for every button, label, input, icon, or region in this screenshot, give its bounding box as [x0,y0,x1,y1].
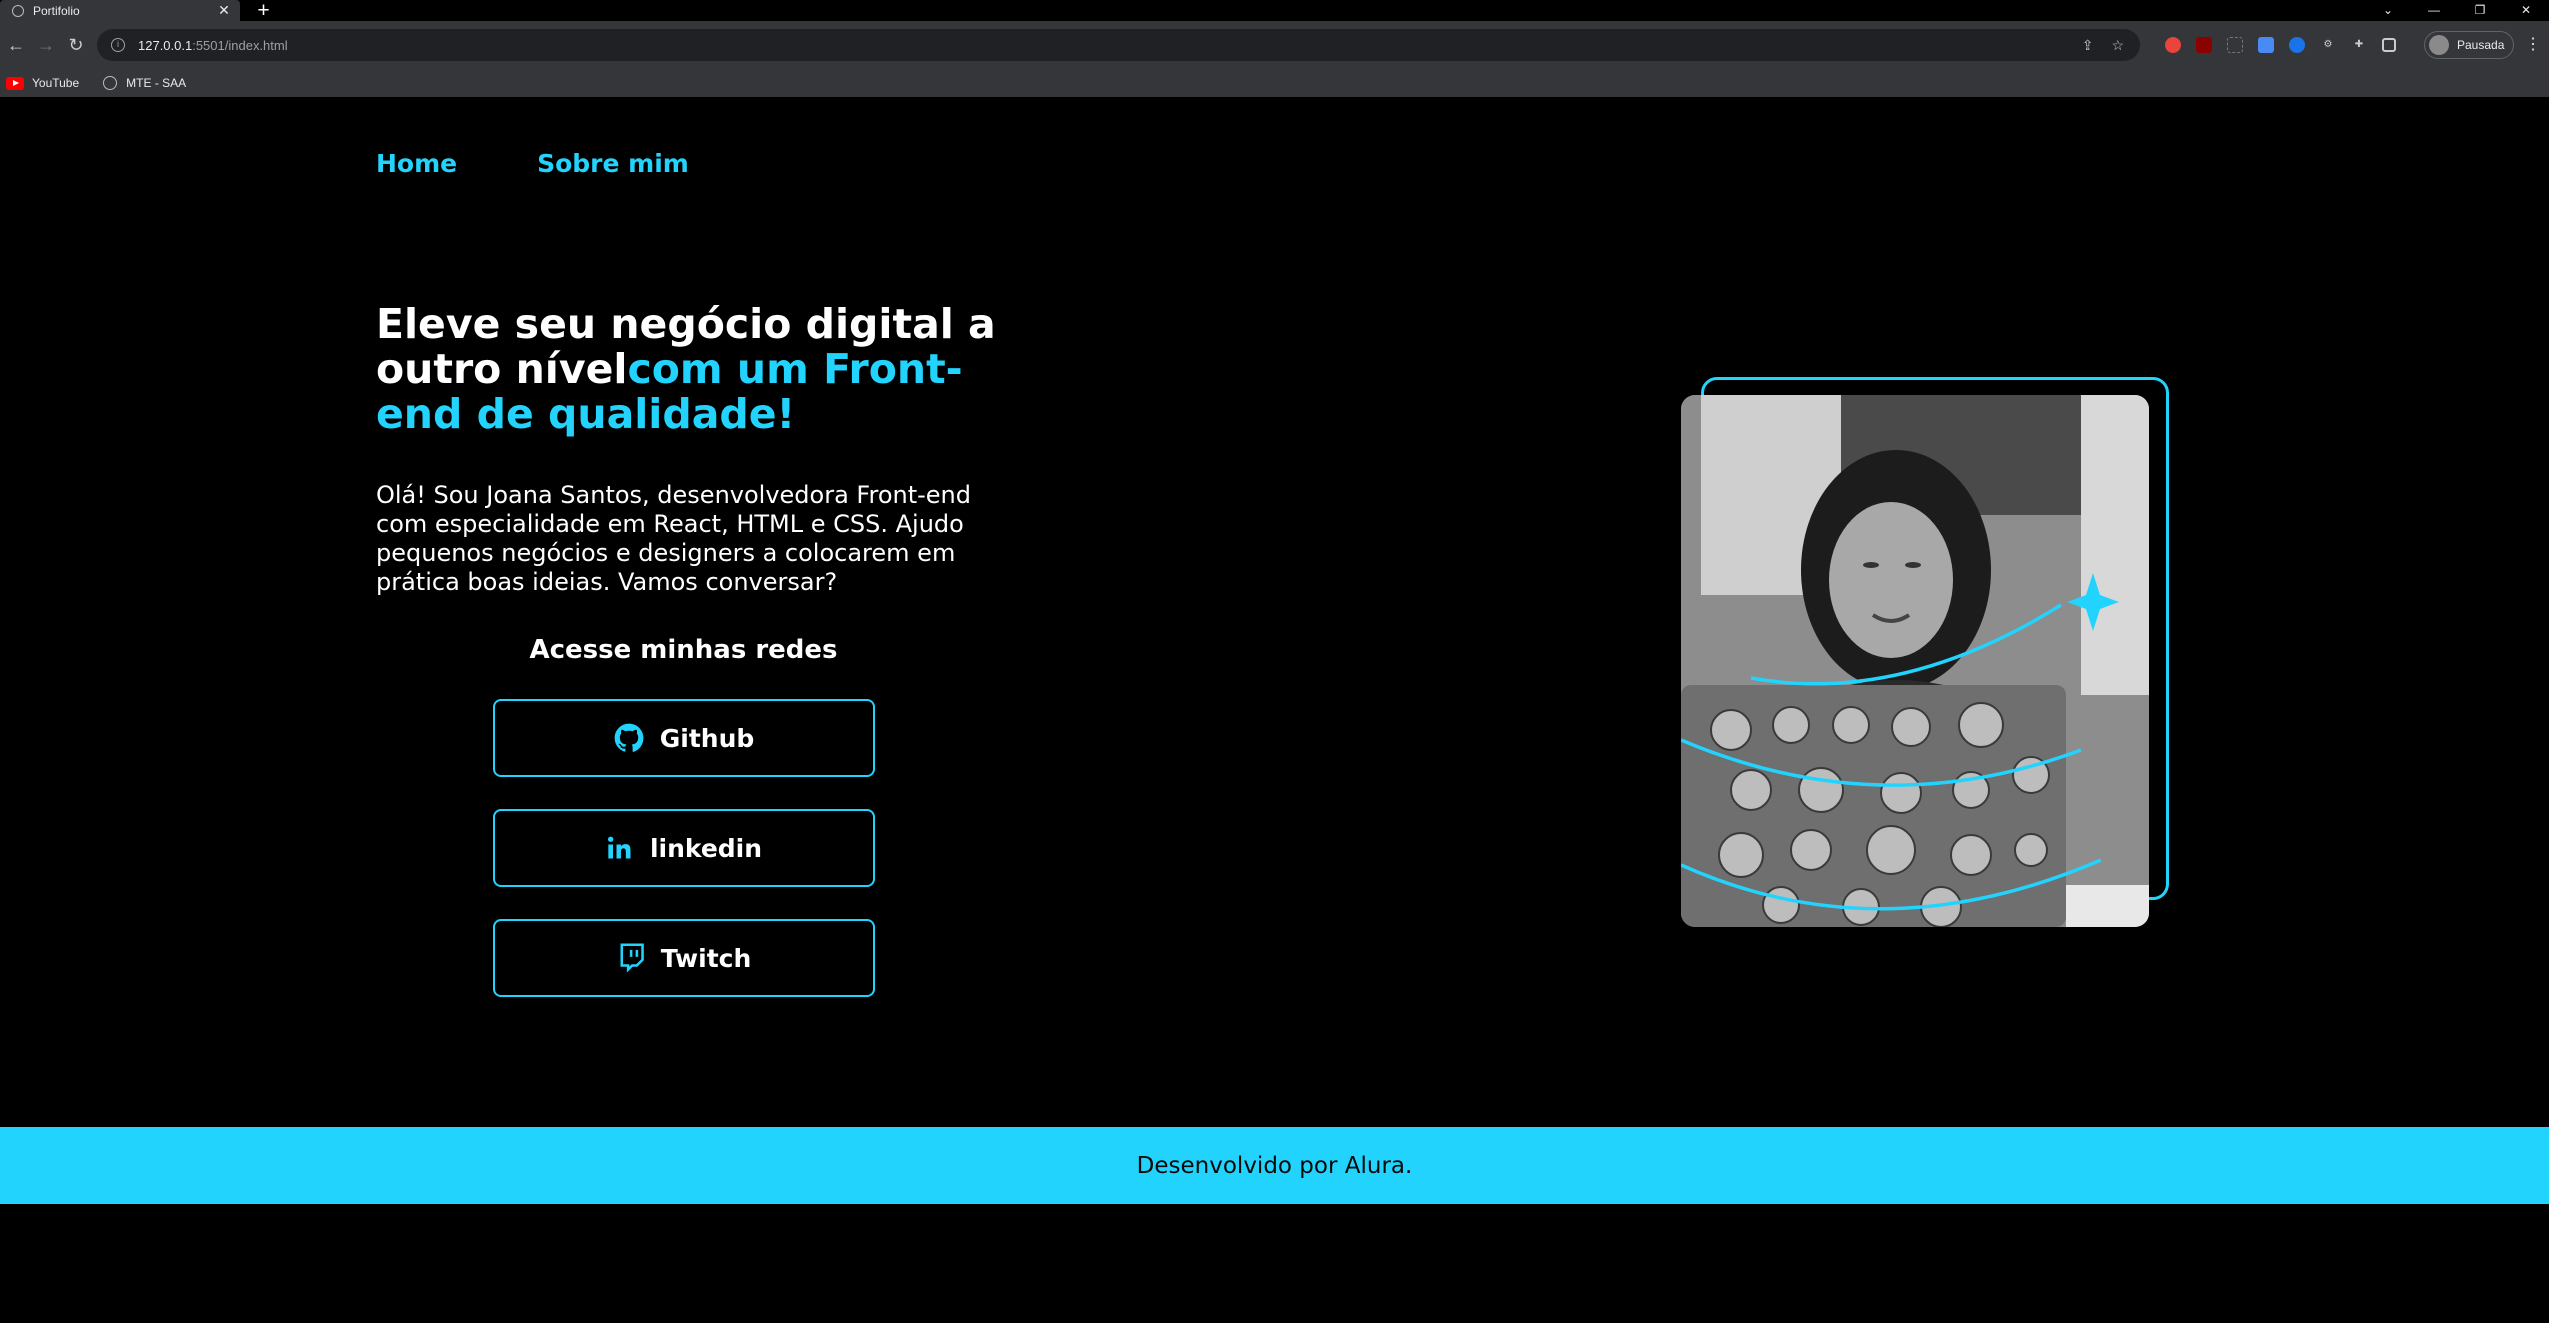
tab-favicon-icon [12,4,24,17]
footer-text: Desenvolvido por Alura. [1136,1152,1413,1179]
nav-link-about[interactable]: Sobre mim [537,149,689,178]
twitch-label: Twitch [660,943,752,973]
omnibox-actions: ⇪ ☆ [2082,29,2124,61]
bookmark-label: MTE - SAA [126,76,187,90]
site-footer: Desenvolvido por Alura. [0,1127,2549,1204]
url-host: 127.0.0.1 [138,37,193,53]
browser-tab[interactable]: Portifolio ✕ [0,0,240,21]
youtube-icon [6,76,24,90]
bookmark-mte-saa[interactable]: MTE - SAA [103,76,186,90]
browser-toolbar: ← → ↻ i 127.0.0.1:5501/index.html ⇪ ☆ ⚙ … [0,21,2549,69]
url-text: 127.0.0.1:5501/index.html [138,38,288,53]
forward-icon[interactable]: → [34,33,58,57]
hero-intro: Olá! Sou Joana Santos, desenvolvedora Fr… [376,481,971,596]
extensions-puzzle-icon[interactable]: ✚ [2351,37,2367,53]
social-title: Acesse minhas redes [529,635,838,665]
profile-photo [1681,377,2169,937]
avatar [2429,35,2449,55]
restore-button[interactable]: ❐ [2457,0,2503,21]
side-panel-icon[interactable] [2382,38,2396,52]
browser-tab-bar: Portifolio ✕ + ⌄ — ❐ ✕ [0,0,2549,21]
tab-search-icon[interactable]: ⌄ [2365,0,2411,21]
back-icon[interactable]: ← [4,33,28,57]
new-tab-button[interactable]: + [253,0,274,21]
github-icon [614,723,644,753]
page: Home Sobre mim Eleve seu negócio digital… [0,97,2549,1323]
extension-download-icon[interactable] [2289,37,2305,53]
hero-headline: Eleve seu negócio digital a outro nívelc… [376,302,1016,437]
tab-title: Portifolio [33,3,80,18]
browser-menu-icon[interactable]: ⋮ [2525,33,2541,57]
bookmark-youtube[interactable]: YouTube [6,76,79,90]
extension-ublock-icon[interactable] [2196,37,2212,53]
twitch-button[interactable]: Twitch [493,919,875,997]
window-controls: ⌄ — ❐ ✕ [2365,0,2549,21]
address-bar[interactable]: i 127.0.0.1:5501/index.html ⇪ ☆ [97,29,2140,61]
site-info-icon[interactable]: i [111,38,125,52]
twitch-icon [617,943,645,973]
minimize-button[interactable]: — [2411,0,2457,21]
bookmark-star-icon[interactable]: ☆ [2111,37,2124,54]
linkedin-button[interactable]: linkedin [493,809,875,887]
tab-close-icon[interactable]: ✕ [214,2,234,19]
site-nav: Home Sobre mim [376,149,689,178]
github-button[interactable]: Github [493,699,875,777]
extension-blue-icon[interactable] [2258,37,2274,53]
share-icon[interactable]: ⇪ [2082,37,2094,54]
bookmark-label: YouTube [32,76,80,90]
extension-capture-icon[interactable] [2227,37,2243,53]
github-label: Github [659,723,755,753]
close-window-button[interactable]: ✕ [2503,0,2549,21]
globe-icon [103,76,118,90]
linkedin-label: linkedin [649,833,763,863]
extension-red-icon[interactable] [2165,37,2181,53]
reload-icon[interactable]: ↻ [64,33,88,57]
linkedin-icon [606,834,634,862]
nav-link-home[interactable]: Home [376,149,457,178]
profile-label: Pausada [2457,38,2505,52]
extension-gear-icon[interactable]: ⚙ [2320,37,2336,53]
portrait-image [1681,395,2149,927]
extensions-bar: ⚙ ✚ [2165,33,2396,57]
profile-button[interactable]: Pausada [2424,31,2514,59]
url-path: :5501/index.html [192,37,288,53]
bookmarks-bar: YouTube MTE - SAA [0,69,2549,97]
